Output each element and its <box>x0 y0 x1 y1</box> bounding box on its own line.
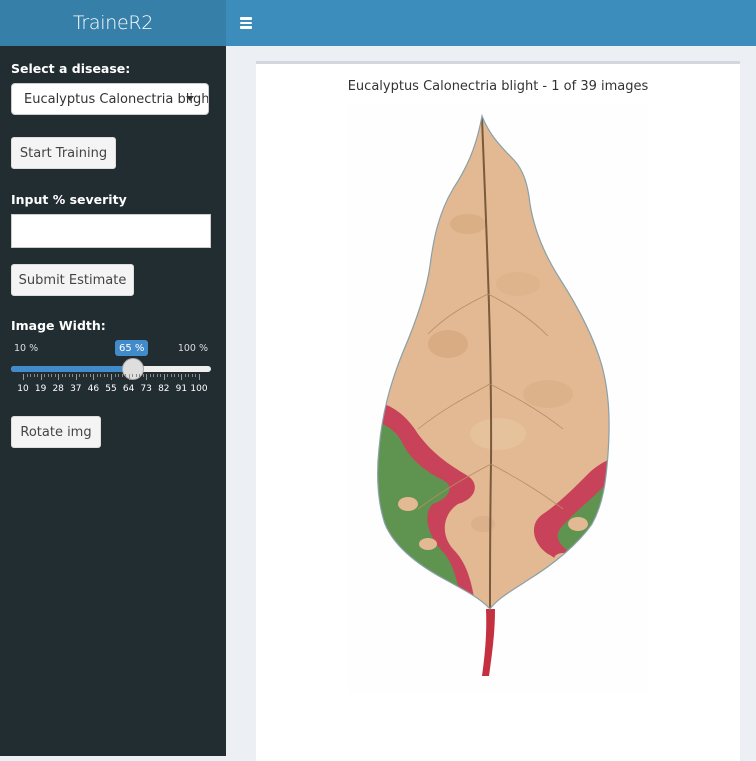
slider-tick-label: 19 <box>34 384 47 394</box>
image-caption: Eucalyptus Calonectria blight - 1 of 39 … <box>347 79 649 94</box>
disease-select-label: Select a disease: <box>11 61 131 76</box>
slider-minor-tick <box>195 374 197 377</box>
slider-min-label: 10 % <box>14 343 39 354</box>
slider-minor-tick <box>184 374 186 377</box>
slider-minor-tick <box>47 374 49 377</box>
slider-tick-label: 100 <box>190 384 208 394</box>
slider-minor-tick <box>191 374 193 377</box>
slider-minor-tick <box>72 374 74 377</box>
app-logo[interactable]: TraineR2 <box>0 0 226 46</box>
slider-minor-tick <box>121 374 123 377</box>
slider-tick-label: 91 <box>175 384 188 394</box>
slider-minor-tick <box>51 374 53 377</box>
slider-major-tick <box>75 374 77 380</box>
slider-major-tick <box>93 374 95 380</box>
slider-minor-tick <box>174 374 176 377</box>
slider-tick-labels: 10 19 28 37 46 55 64 73 82 91 100 <box>11 384 211 396</box>
slider-minor-tick <box>82 374 84 377</box>
slider-minor-tick <box>86 374 88 377</box>
slider-minor-tick <box>100 374 102 377</box>
slider-minor-tick <box>61 374 63 377</box>
slider-max-label: 100 % <box>177 343 208 354</box>
slider-minor-tick <box>153 374 155 377</box>
sidebar: Select a disease: Eucalyptus Calonectria… <box>0 46 226 756</box>
slider-major-tick <box>23 374 24 380</box>
leaf-illustration <box>377 113 610 676</box>
slider-minor-tick <box>118 374 120 377</box>
disease-select-value: Eucalyptus Calonectria blight <box>24 92 209 107</box>
image-width-label: Image Width: <box>11 318 106 333</box>
submit-estimate-button[interactable]: Submit Estimate <box>11 264 134 296</box>
slider-minor-tick <box>96 374 98 377</box>
slider-major-tick <box>58 374 60 380</box>
slider-minor-tick <box>79 374 81 377</box>
severity-input[interactable] <box>11 214 211 248</box>
slider-major-tick <box>163 374 165 380</box>
slider-major-tick <box>111 374 112 380</box>
start-training-button[interactable]: Start Training <box>11 137 116 169</box>
slider-tick-label: 37 <box>70 384 82 394</box>
sidebar-toggle-icon[interactable] <box>240 14 252 32</box>
slider-minor-tick <box>125 374 127 377</box>
slider-minor-tick <box>65 374 67 377</box>
slider-minor-tick <box>167 374 169 377</box>
slider-minor-tick <box>54 374 56 377</box>
slider-tick-label: 55 <box>105 384 117 394</box>
disease-select[interactable]: Eucalyptus Calonectria blight <box>11 83 209 115</box>
slider-minor-tick <box>170 374 172 377</box>
slider-minor-tick <box>139 374 141 377</box>
slider-minor-tick <box>114 374 116 377</box>
slider-tick-label: 64 <box>122 384 135 394</box>
image-box: Eucalyptus Calonectria blight - 1 of 39 … <box>256 61 740 761</box>
slider-minor-tick <box>132 374 134 377</box>
slider-ticks <box>11 374 211 380</box>
slider-major-tick <box>128 374 130 380</box>
slider-minor-tick <box>160 374 162 377</box>
slider-tick-label: 82 <box>158 384 170 394</box>
slider-minor-tick <box>188 374 190 377</box>
severity-label: Input % severity <box>11 192 127 207</box>
slider-minor-tick <box>68 374 70 377</box>
slider-fill <box>11 366 134 372</box>
slider-tick-label: 10 <box>17 384 29 394</box>
slider-minor-tick <box>44 374 46 377</box>
leaf-stem <box>482 609 495 676</box>
slider-tick-label: 73 <box>140 384 152 394</box>
slider-minor-tick <box>156 374 158 377</box>
slider-minor-tick <box>26 374 28 377</box>
slider-minor-tick <box>149 374 151 377</box>
slider-minor-tick <box>135 374 137 377</box>
slider-major-tick <box>181 374 183 380</box>
slider-value-label: 65 % <box>115 340 149 356</box>
top-navbar <box>226 0 756 46</box>
slider-tick-label: 28 <box>52 384 64 394</box>
slider-minor-tick <box>30 374 32 377</box>
slider-major-tick <box>146 374 148 380</box>
slider-minor-tick <box>33 374 35 377</box>
chevron-down-icon <box>186 96 194 101</box>
slider-minor-tick <box>89 374 91 377</box>
slider-minor-tick <box>177 374 179 377</box>
slider-major-tick <box>199 374 200 380</box>
slider-major-tick <box>40 374 42 380</box>
slider-minor-tick <box>107 374 109 377</box>
slider-minor-tick <box>37 374 39 377</box>
rotate-image-button[interactable]: Rotate img <box>11 416 101 448</box>
slider-tick-label: 46 <box>87 384 100 394</box>
slider-minor-tick <box>103 374 105 377</box>
slider-minor-tick <box>142 374 144 377</box>
leaf-image <box>348 104 648 694</box>
image-width-slider[interactable]: 10 % 100 % 65 % 10 19 28 37 46 55 64 73 82 91 100 <box>11 340 211 400</box>
